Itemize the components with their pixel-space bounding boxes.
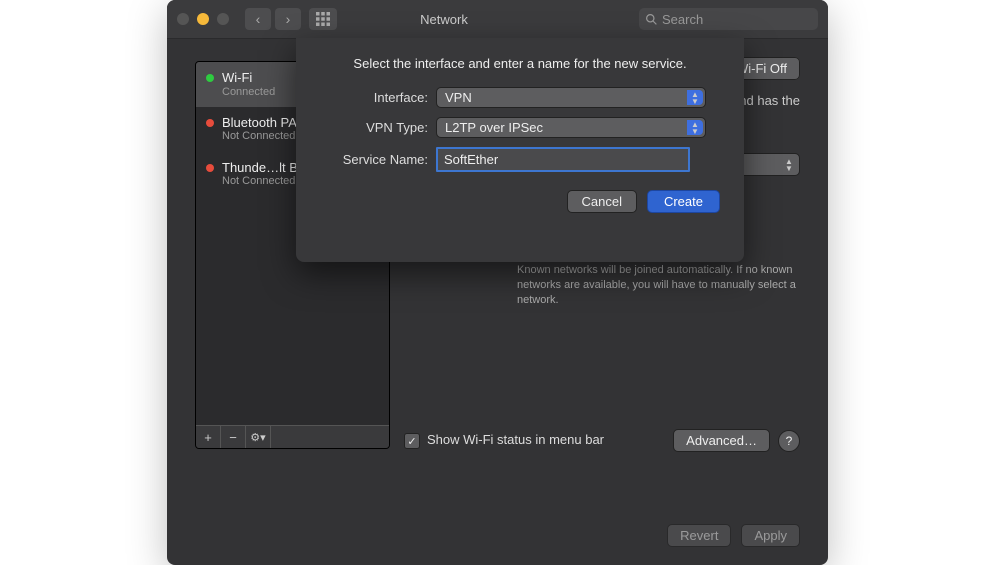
chevron-updown-icon: ▲▼ — [687, 120, 703, 135]
close-window-icon[interactable] — [177, 13, 189, 25]
new-service-sheet: Select the interface and enter a name fo… — [296, 38, 744, 262]
cancel-button[interactable]: Cancel — [567, 190, 637, 213]
window-footer: Revert Apply — [667, 524, 800, 547]
service-name-input[interactable] — [436, 147, 690, 172]
checkbox-icon: ✓ — [404, 433, 420, 449]
service-status: Not Connected — [222, 130, 306, 143]
search-input[interactable]: Search — [639, 8, 818, 30]
remove-service-button[interactable]: − — [221, 426, 246, 448]
titlebar: ‹ › Network Search — [167, 0, 828, 39]
sidebar-footer: + − ⚙︎▾ — [196, 425, 389, 448]
advanced-button[interactable]: Advanced… — [673, 429, 770, 452]
checkbox-label: Show Wi-Fi status in menu bar — [427, 432, 604, 447]
checkbox-hint: Known networks will be joined automatica… — [517, 263, 800, 308]
service-actions-menu[interactable]: ⚙︎▾ — [246, 426, 271, 448]
interface-label: Interface: — [320, 90, 428, 105]
interface-select[interactable]: VPN▲▼ — [436, 87, 706, 108]
status-dot-icon — [206, 119, 214, 127]
status-dot-icon — [206, 74, 214, 82]
status-dot-icon — [206, 164, 214, 172]
show-status-checkbox[interactable]: ✓ Show Wi-Fi status in menu bar — [404, 432, 604, 449]
traffic-lights — [177, 13, 229, 25]
minimize-window-icon[interactable] — [197, 13, 209, 25]
chevron-updown-icon: ▲▼ — [687, 90, 703, 105]
create-button[interactable]: Create — [647, 190, 720, 213]
zoom-window-icon[interactable] — [217, 13, 229, 25]
search-placeholder: Search — [662, 12, 703, 27]
vpn-type-select[interactable]: L2TP over IPSec▲▼ — [436, 117, 706, 138]
service-name: Wi-Fi — [222, 70, 275, 86]
service-name-label: Service Name: — [320, 152, 428, 167]
service-status: Connected — [222, 86, 275, 99]
window-title: Network — [249, 12, 639, 27]
chevron-updown-icon: ▲▼ — [781, 156, 797, 173]
add-service-button[interactable]: + — [196, 426, 221, 448]
vpn-type-label: VPN Type: — [320, 120, 428, 135]
service-name: Bluetooth PAN — [222, 115, 306, 131]
apply-button[interactable]: Apply — [741, 524, 800, 547]
search-icon — [645, 13, 658, 26]
help-button[interactable]: ? — [778, 430, 800, 452]
sheet-heading: Select the interface and enter a name fo… — [320, 56, 720, 71]
revert-button[interactable]: Revert — [667, 524, 731, 547]
